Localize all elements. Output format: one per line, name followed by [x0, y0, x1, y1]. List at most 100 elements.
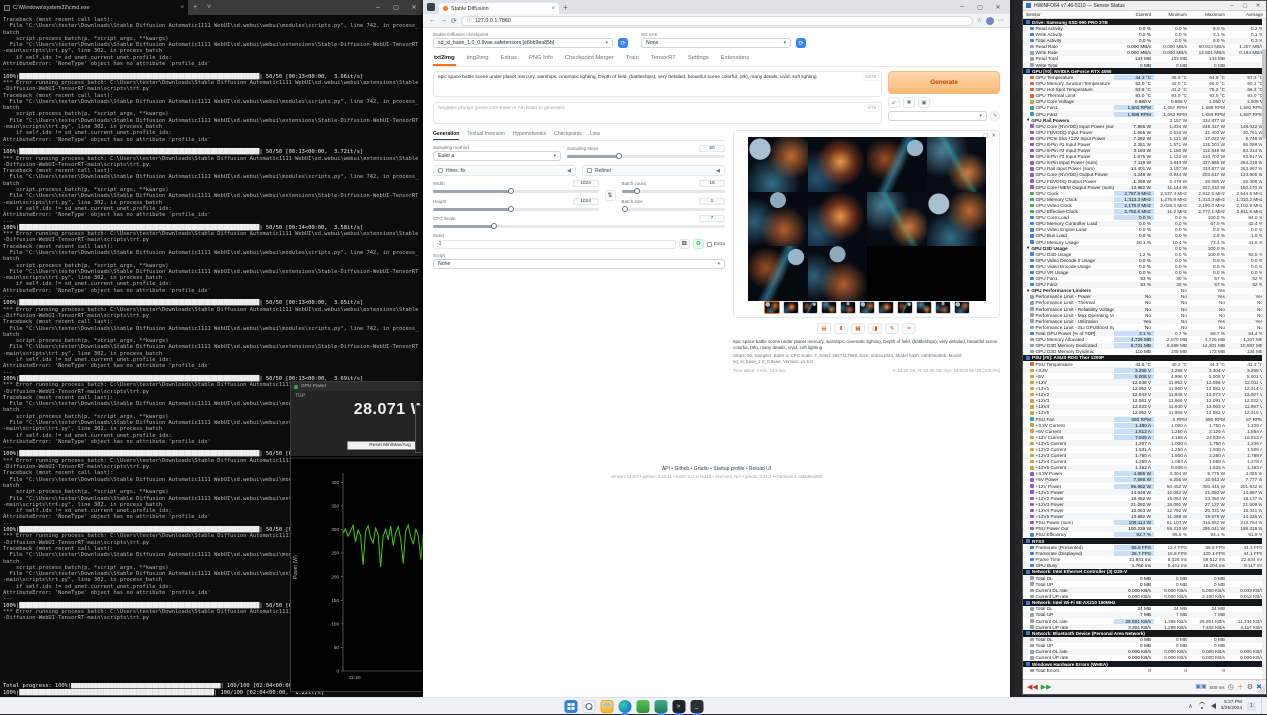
site-info-icon[interactable]: ⓘ — [467, 17, 472, 24]
sampling-steps-slider[interactable]: Sampling steps50 — [567, 145, 725, 161]
subtab-lora[interactable]: Lora — [590, 130, 600, 140]
sensor-row[interactable]: GPU VR Usage0.0 %0.0 %0.0 %0.0 % — [1023, 269, 1266, 275]
gallery-image[interactable] — [748, 137, 808, 192]
slider-track[interactable] — [567, 155, 725, 158]
sensor-row[interactable]: Performance Limit - Reliability VoltageN… — [1023, 306, 1266, 312]
gallery-image[interactable] — [867, 137, 927, 192]
sensor-row[interactable]: GPU Memory Controller Load0.0 %0.0 %67.0… — [1023, 221, 1266, 227]
start-button[interactable] — [564, 700, 577, 713]
sensor-row[interactable]: Current DL rate0.000 KB/s0.000 KB/s0.000… — [1023, 649, 1266, 655]
collapse-all-icon[interactable]: ◀◀ — [1027, 684, 1038, 691]
refiner-checkbox[interactable]: Refiner ◀ — [582, 165, 725, 176]
gallery-image[interactable] — [927, 192, 987, 247]
sensor-row[interactable]: GPU Temperature44.3 °C36.9 °C64.8 °C57.3… — [1023, 74, 1266, 80]
gallery-thumbnail[interactable] — [859, 301, 875, 314]
tab-close-icon[interactable]: × — [551, 6, 555, 12]
hwinfo-titlebar[interactable]: HWiNFO64 v7.46-5110 — Sensor Status ─ ▢ … — [1023, 1, 1266, 11]
footer-link-startup-profile[interactable]: Startup profile — [713, 466, 744, 472]
batch-count-slider[interactable]: Batch count16 — [622, 180, 725, 193]
tab-txt2img[interactable]: txt2img — [433, 53, 456, 66]
batch-size-slider[interactable]: Batch size1 — [622, 198, 725, 211]
sensor-row[interactable]: GPU Hot Spot Temperature53.8 °C41.2 °C75… — [1023, 87, 1266, 93]
sensor-row[interactable]: GPU Video Encode Usage0.0 %0.0 %0.0 %0.0… — [1023, 263, 1266, 269]
sensor-row[interactable]: GPU Fan11,603 RPM1,057 RPM1,688 RPM1,592… — [1023, 105, 1266, 111]
sensor-row[interactable]: PSU Power (sum)108.114 W61.103 W316.862 … — [1023, 520, 1266, 526]
sensor-row[interactable]: +5V Current1.512 A1.250 A2.125 A1.554 A — [1023, 428, 1266, 434]
sensor-row[interactable]: GPU FBVDDQ Input Power1.565 W0.534 W41.4… — [1023, 129, 1266, 135]
seed-input[interactable]: -1 — [433, 240, 676, 249]
column-header-minimum[interactable]: Minimum — [1154, 12, 1190, 17]
styles-dropdown[interactable]: ▾ — [888, 111, 987, 121]
tab-extras[interactable]: Extras — [500, 53, 518, 66]
maximize-button[interactable]: ▢ — [387, 0, 405, 15]
slider-handle[interactable] — [634, 188, 640, 194]
scrollbar-thumb[interactable] — [1262, 49, 1266, 139]
apply-styles-button[interactable]: ▣ — [918, 97, 930, 108]
width-slider[interactable]: Width1024 — [433, 180, 599, 193]
output-gallery[interactable]: ▢ ✕ — [733, 130, 1000, 318]
gallery-image[interactable] — [927, 137, 987, 192]
sensor-row[interactable]: Current DL rate29.801 KB/s1.395 KB/s29.8… — [1023, 618, 1266, 624]
sensor-row[interactable]: Total Activity0.0 %0.0 %6.0 %0.3 % — [1023, 38, 1266, 44]
sensor-row[interactable]: +12V4 Current1.250 A1.063 A1.688 A1.278 … — [1023, 459, 1266, 465]
sensor-row[interactable]: GPU Fan153 %30 %57 %52 % — [1023, 276, 1266, 282]
slider-value-input[interactable]: 1 — [699, 198, 725, 205]
gallery-thumbnail[interactable] — [954, 301, 970, 314]
settings-gear-icon[interactable]: ⚙ — [1247, 684, 1253, 691]
refresh-button[interactable]: ⟳ — [451, 17, 457, 25]
new-tab-button[interactable]: + — [563, 3, 568, 12]
cfg-scale-slider[interactable]: CFG Scale7 — [433, 215, 725, 228]
gallery-image[interactable] — [867, 192, 927, 247]
slider-handle[interactable] — [622, 206, 628, 212]
column-header-maximum[interactable]: Maximum — [1190, 12, 1228, 17]
sensor-row[interactable]: Read Rate0.000 MB/s0.000 MB/s60.914 MB/s… — [1023, 44, 1266, 50]
sensor-row[interactable]: GPU Core Voltage0.880 V0.865 V1.050 V1.0… — [1023, 99, 1266, 105]
gallery-thumbnail[interactable] — [897, 301, 913, 314]
tab-img2img[interactable]: img2img — [466, 53, 490, 66]
sensor-row[interactable]: +12V312.061 V11.966 V12.091 V12.022 V — [1023, 398, 1266, 404]
footer-link-github[interactable]: Github — [674, 466, 689, 472]
slider-value-input[interactable]: 1024 — [573, 198, 599, 205]
sensor-row[interactable]: GPU Video Clock2,175.0 MHz2,025.0 MHz2,1… — [1023, 202, 1266, 208]
sensor-table[interactable]: Drive: Samsung SSD 990 PRO 2TBRead Activ… — [1023, 19, 1266, 679]
send-to-extras-button[interactable]: ✂ — [902, 323, 916, 334]
slider-track[interactable] — [622, 190, 725, 193]
minimize-button[interactable]: ─ — [1227, 3, 1237, 9]
send-to-inpaint-button[interactable]: ✎ — [885, 323, 899, 334]
expand-left-icon[interactable]: ◀ — [567, 168, 571, 174]
slider-value-input[interactable]: 16 — [699, 180, 725, 187]
slider-value-input[interactable]: 7 — [699, 215, 725, 222]
gallery-thumbnail[interactable] — [840, 301, 856, 314]
sensor-row[interactable]: GPU 8-Pin #1 Input Power2.351 W1.571 W11… — [1023, 141, 1266, 147]
sensor-row[interactable]: GPU Video Engine Load0.0 %0.0 %0.0 %0.0 … — [1023, 227, 1266, 233]
prompt-input[interactable]: epic space battle scene under planet mer… — [433, 71, 882, 97]
resize-grip[interactable] — [1257, 685, 1265, 693]
subtab-checkpoints[interactable]: Checkpoints — [554, 130, 582, 140]
hidden-icons-chevron[interactable]: ∧ — [1188, 703, 1192, 710]
sensor-row[interactable]: Performance Limit - Max Operating Voltag… — [1023, 312, 1266, 318]
sensor-row[interactable]: Current UP rate0.000 KB/s0.000 KB/s0.000… — [1023, 655, 1266, 661]
slider-handle[interactable] — [491, 223, 497, 229]
volume-icon[interactable] — [1211, 703, 1216, 709]
edge-browser-button[interactable] — [618, 700, 631, 713]
sensor-row[interactable]: +12V212.043 V11.948 V12.073 V12.007 V — [1023, 392, 1266, 398]
footer-link-api[interactable]: API — [662, 466, 670, 472]
sensor-row[interactable]: PSU Power Out100.239 W55.210 W295.041 W1… — [1023, 526, 1266, 532]
sensor-row[interactable]: Framerate (Presented)56.8 FPS12.4 FPS56.… — [1023, 544, 1266, 550]
sensor-row[interactable]: +12V1 Current1.207 A1.000 A1.750 A1.236 … — [1023, 440, 1266, 446]
subtab-generation[interactable]: Generation — [433, 130, 459, 140]
sensor-row[interactable]: Current UP rate3.304 KB/s1.288 KB/s7.402… — [1023, 624, 1266, 630]
sensor-row[interactable]: Performance Limit - PowerNoNoYesYes — [1023, 294, 1266, 300]
slider-value-input[interactable]: 1024 — [573, 180, 599, 187]
sensor-row[interactable]: GPU Memory Junction Temperature52.0 °C42… — [1023, 81, 1266, 87]
tab-checkpoint-merger[interactable]: Checkpoint Merger — [564, 53, 615, 66]
column-header-average[interactable]: Average — [1228, 12, 1266, 17]
sensor-row[interactable]: Performance Limit - ThermalNoNoNoNo — [1023, 300, 1266, 306]
subtab-textual-inversion[interactable]: Textual Inversion — [467, 130, 505, 140]
sensor-row[interactable]: GPU 8-Pin #3 Input Power1.575 W1.122 W11… — [1023, 154, 1266, 160]
browser-tab[interactable]: Stable Diffusion × — [439, 3, 559, 14]
sensor-row[interactable]: GPU D3D Memory Dedicated8,731 MB8,688 MB… — [1023, 343, 1266, 349]
sensor-row[interactable]: GPU 8-Pin Input Power (sum)7.119 W3.843 … — [1023, 160, 1266, 166]
remote-monitor-icon[interactable]: ▣▣ — [1195, 684, 1206, 690]
wifi-icon[interactable] — [1198, 703, 1206, 709]
